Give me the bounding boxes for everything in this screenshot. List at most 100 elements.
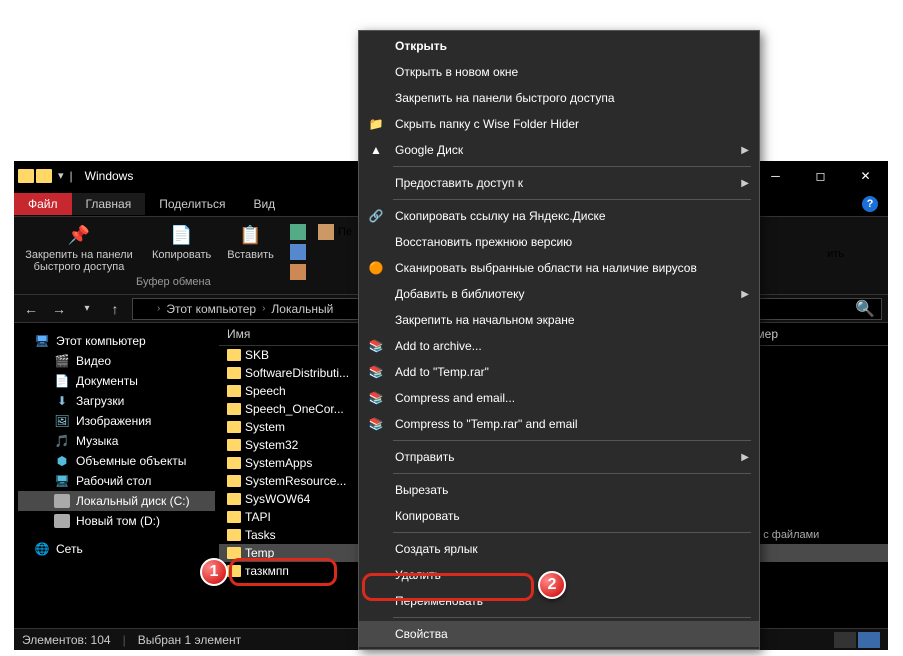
nav-this-pc[interactable]: 🖥Этот компьютер [18,331,215,351]
menu-item-label: Compress and email... [395,391,749,405]
menu-item[interactable]: 📚Compress and email... [359,385,759,411]
blank-icon [367,234,385,250]
qat-icon[interactable] [36,169,52,183]
nav-network[interactable]: 🌐Сеть [18,539,215,559]
nav-music[interactable]: 🎵Музыка [18,431,215,451]
nav-pictures[interactable]: 🖼Изображения [18,411,215,431]
menu-item[interactable]: 📚Add to "Temp.rar" [359,359,759,385]
blank-icon [367,38,385,54]
pasteshortcut-small-button[interactable] [286,263,310,281]
menu-item-label: Свойства [395,627,749,641]
tab-view[interactable]: Вид [239,193,289,215]
menu-item[interactable]: Открыть в новом окне [359,59,759,85]
pc-icon: 🖥 [34,334,50,348]
folder-icon [227,493,241,505]
menu-item[interactable]: Копировать [359,503,759,529]
badge-2: 2 [538,571,566,599]
drive-icon [54,514,70,528]
menu-item[interactable]: Отправить ▶ [359,444,759,470]
menu-separator [393,473,751,474]
menu-item-label: Add to archive... [395,339,749,353]
menu-item-label: Отправить [395,450,731,464]
tab-share[interactable]: Поделиться [145,193,239,215]
menu-item[interactable]: Вырезать [359,477,759,503]
nav-new-volume-d[interactable]: Новый том (D:) [18,511,215,531]
documents-icon: 📄 [54,374,70,388]
pictures-icon: 🖼 [54,414,70,428]
navigation-pane[interactable]: 🖥Этот компьютер 🎬Видео 📄Документы ⬇Загру… [14,323,219,628]
forward-button[interactable]: → [48,298,70,320]
help-icon[interactable]: ? [862,196,878,212]
view-details-button[interactable] [834,632,856,648]
menu-item[interactable]: 🔗Скопировать ссылку на Яндекс.Диске [359,203,759,229]
menu-item[interactable]: Закрепить на панели быстрого доступа [359,85,759,111]
nav-local-disk-c[interactable]: Локальный диск (C:) [18,491,215,511]
back-button[interactable]: ← [20,298,42,320]
folder-icon [227,349,241,361]
menu-item-label: Скопировать ссылку на Яндекс.Диске [395,209,749,223]
menu-item-label: Копировать [395,509,749,523]
folder-icon [227,529,241,541]
submenu-arrow-icon: ▶ [741,452,749,463]
tab-file[interactable]: Файл [14,193,72,215]
menu-item[interactable]: Добавить в библиотеку▶ [359,281,759,307]
paste-icon: 📋 [239,223,263,247]
blank-icon [367,175,385,191]
copypath-icon [290,244,306,260]
menu-item[interactable]: 📚Add to archive... [359,333,759,359]
paste-button[interactable]: 📋 Вставить [219,221,282,263]
folder-icon [227,367,241,379]
blank-icon [367,449,385,465]
network-icon: 🌐 [34,542,50,556]
tab-home[interactable]: Главная [72,193,146,215]
nav-documents[interactable]: 📄Документы [18,371,215,391]
maximize-button[interactable]: ◻ [798,161,843,191]
menu-item[interactable]: Свойства [359,621,759,647]
crumb-this-pc[interactable]: Этот компьютер [166,302,256,316]
search-box[interactable]: 🔍 [752,298,882,320]
folder-icon [227,421,241,433]
cut-small-button[interactable] [286,223,310,241]
pasteshortcut-icon [290,264,306,280]
titlebar-icons: ▾ | [14,169,77,183]
menu-item[interactable]: 📚Compress to "Temp.rar" and email [359,411,759,437]
menu-item[interactable]: Восстановить прежнюю версию [359,229,759,255]
menu-item[interactable]: ▲Google Диск▶ [359,137,759,163]
avast-icon: 🟠 [367,260,385,276]
close-button[interactable]: ✕ [843,161,888,191]
nav-downloads[interactable]: ⬇Загрузки [18,391,215,411]
menu-item[interactable]: Открыть [359,33,759,59]
move-button[interactable]: Пе [314,223,356,241]
qat-chevron[interactable]: ▾ [58,169,64,183]
up-button[interactable]: ↑ [104,298,126,320]
view-icons-button[interactable] [858,632,880,648]
music-icon: 🎵 [54,434,70,448]
nav-videos[interactable]: 🎬Видео [18,351,215,371]
copy-button[interactable]: 📄 Копировать [144,221,219,263]
blank-icon [367,508,385,524]
item-count: Элементов: 104 [22,633,111,647]
crumb-local[interactable]: Локальный [271,302,333,316]
pin-quickaccess-button[interactable]: 📌 Закрепить на панели быстрого доступа [17,221,140,275]
menu-item[interactable]: 🟠Сканировать выбранные области на наличи… [359,255,759,281]
chevron-right-icon[interactable]: › [153,303,164,314]
menu-item[interactable]: 📁Скрыть папку с Wise Folder Hider [359,111,759,137]
downloads-icon: ⬇ [54,394,70,408]
nav-desktop[interactable]: 🖥Рабочий стол [18,471,215,491]
chevron-right-icon[interactable]: › [258,303,269,314]
copypath-small-button[interactable] [286,243,310,261]
nav-3d-objects[interactable]: ⬢Объемные объекты [18,451,215,471]
video-icon: 🎬 [54,354,70,368]
folder-icon [227,439,241,451]
menu-item[interactable]: Закрепить на начальном экране [359,307,759,333]
menu-item[interactable]: Создать ярлык [359,536,759,562]
menu-item[interactable]: Предоставить доступ к▶ [359,170,759,196]
menu-item-label: Закрепить на панели быстрого доступа [395,91,749,105]
right-truncated-button[interactable]: ить [823,247,848,261]
recent-dropdown[interactable]: ▾ [76,298,98,320]
blank-icon [367,626,385,642]
submenu-arrow-icon: ▶ [741,178,749,189]
column-size[interactable]: мер [756,327,888,341]
rar-icon: 📚 [367,364,385,380]
objects3d-icon: ⬢ [54,454,70,468]
